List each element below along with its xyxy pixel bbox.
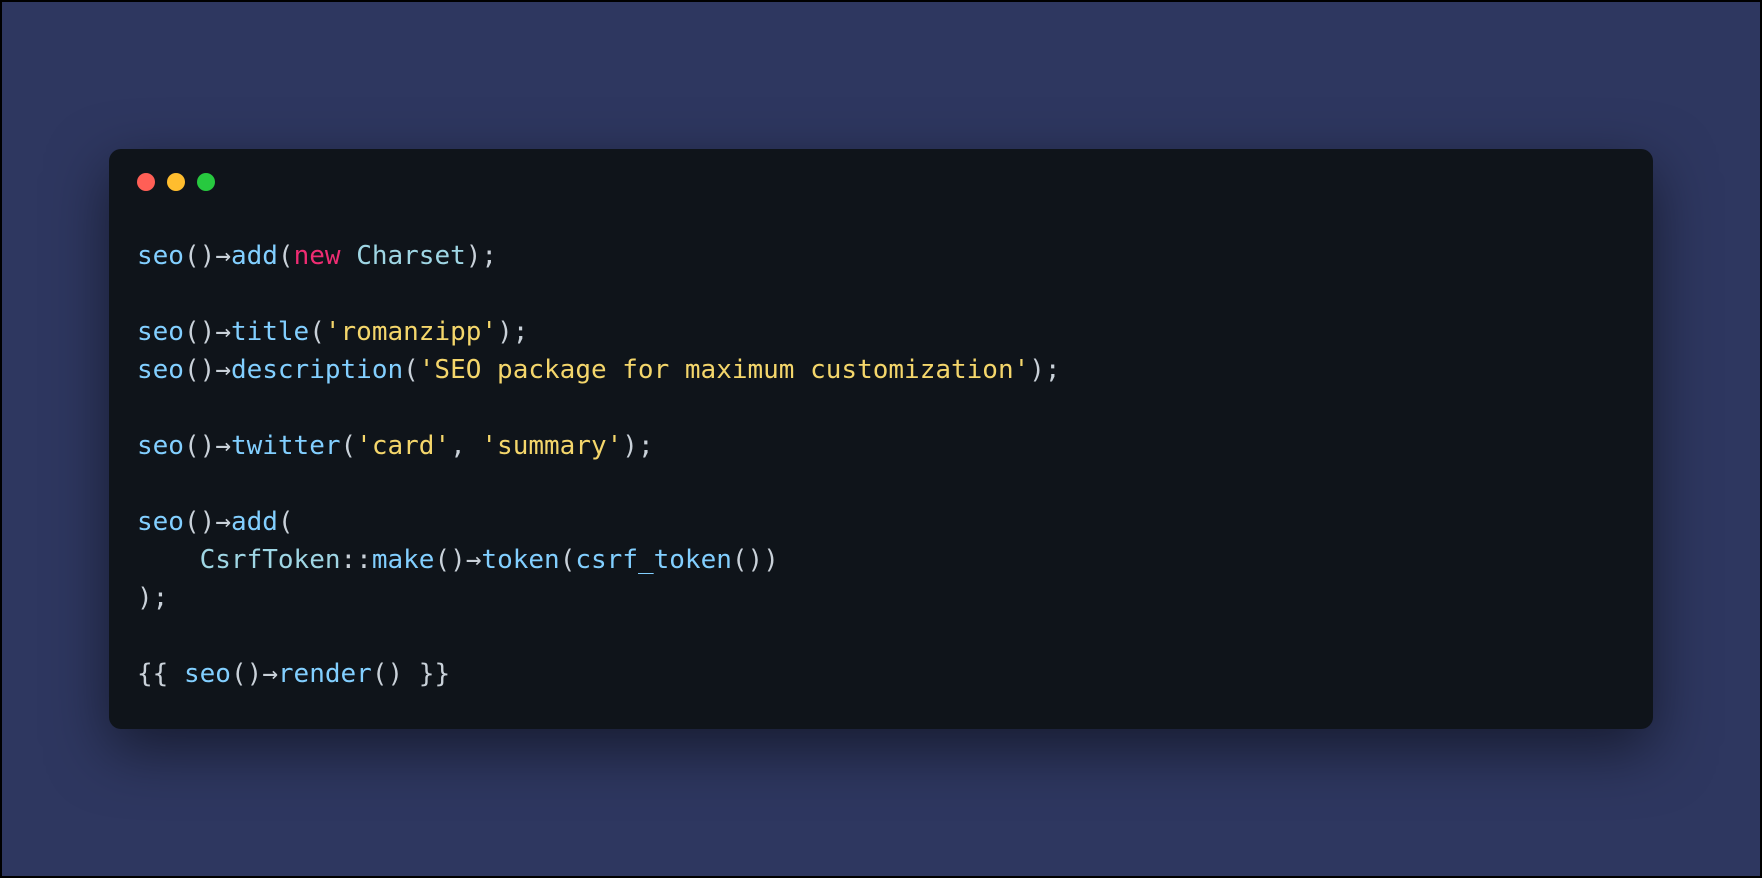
arrow-operator: ()→	[434, 545, 481, 575]
paren-close: );	[1029, 355, 1060, 385]
code-window: seo()→add(new Charset); seo()→title('rom…	[109, 149, 1653, 729]
string-literal: 'card'	[356, 431, 450, 461]
code-line: seo()→title('romanzipp');	[137, 317, 528, 347]
fn-csrf-token: csrf_token	[575, 545, 732, 575]
arrow-operator: ()→	[184, 317, 231, 347]
blade-open: {{	[137, 659, 184, 689]
fn-token: token	[481, 545, 559, 575]
comma: ,	[450, 431, 481, 461]
fn-seo: seo	[184, 659, 231, 689]
paren-close: );	[497, 317, 528, 347]
code-line: seo()→twitter('card', 'summary');	[137, 431, 654, 461]
paren-close: );	[137, 583, 168, 613]
arrow-operator: ()→	[184, 241, 231, 271]
fn-title: title	[231, 317, 309, 347]
arrow-operator: ()→	[184, 355, 231, 385]
arrow-operator: ()→	[184, 431, 231, 461]
string-literal: 'summary'	[481, 431, 622, 461]
arrow-operator: ()→	[184, 507, 231, 537]
code-line: CsrfToken::make()→token(csrf_token())	[137, 545, 779, 575]
double-colon: ::	[341, 545, 372, 575]
fn-make: make	[372, 545, 435, 575]
paren-close: ())	[732, 545, 779, 575]
arrow-operator: ()→	[231, 659, 278, 689]
window-titlebar	[137, 173, 1625, 191]
paren-close: );	[466, 241, 497, 271]
indent	[137, 545, 200, 575]
code-line: seo()→description('SEO package for maxim…	[137, 355, 1061, 385]
fn-seo: seo	[137, 317, 184, 347]
fn-add: add	[231, 241, 278, 271]
code-block: seo()→add(new Charset); seo()→title('rom…	[137, 237, 1625, 693]
code-line: seo()→add(new Charset);	[137, 241, 497, 271]
string-literal: 'romanzipp'	[325, 317, 497, 347]
fn-seo: seo	[137, 507, 184, 537]
class-charset: Charset	[356, 241, 466, 271]
fn-seo: seo	[137, 241, 184, 271]
space	[341, 241, 357, 271]
code-line: {{ seo()→render() }}	[137, 659, 450, 689]
paren-open: (	[278, 507, 294, 537]
parens: ()	[372, 659, 403, 689]
paren-open: (	[341, 431, 357, 461]
fn-add: add	[231, 507, 278, 537]
paren-open: (	[403, 355, 419, 385]
fn-seo: seo	[137, 431, 184, 461]
maximize-icon[interactable]	[197, 173, 215, 191]
paren-open: (	[560, 545, 576, 575]
code-line: seo()→add(	[137, 507, 294, 537]
fn-seo: seo	[137, 355, 184, 385]
fn-twitter: twitter	[231, 431, 341, 461]
code-line: );	[137, 583, 168, 613]
string-literal: 'SEO package for maximum customization'	[419, 355, 1029, 385]
fn-description: description	[231, 355, 403, 385]
paren-close: );	[622, 431, 653, 461]
blade-close: }}	[403, 659, 450, 689]
fn-render: render	[278, 659, 372, 689]
minimize-icon[interactable]	[167, 173, 185, 191]
class-csrftoken: CsrfToken	[200, 545, 341, 575]
paren-open: (	[309, 317, 325, 347]
paren-open: (	[278, 241, 294, 271]
close-icon[interactable]	[137, 173, 155, 191]
keyword-new: new	[294, 241, 341, 271]
